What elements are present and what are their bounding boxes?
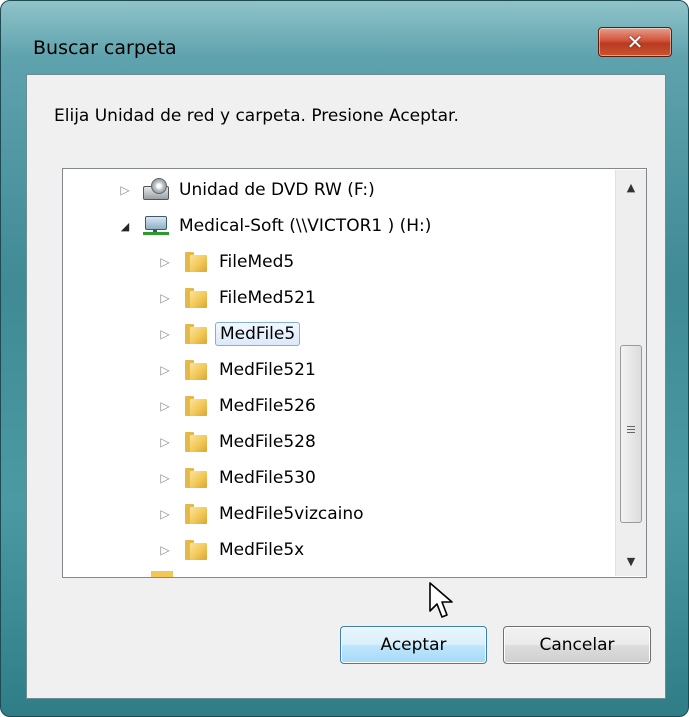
expand-arrow-icon[interactable]: ▷	[157, 471, 173, 485]
tree-item-label: MedFile5x	[219, 540, 305, 560]
tree-item-label: MedFile526	[219, 396, 316, 416]
expand-arrow-icon[interactable]: ▷	[157, 435, 173, 449]
folder-icon	[183, 394, 209, 418]
folder-icon	[183, 502, 209, 526]
dialog-window: Buscar carpeta ✕ Elija Unidad de red y c…	[0, 0, 689, 717]
tree-item-network-drive[interactable]: ◢ Medical-Soft (\\VICTOR1 ) (H:)	[117, 208, 435, 244]
tree-item-dvd-drive[interactable]: ▷ Unidad de DVD RW (F:)	[117, 172, 379, 208]
expand-arrow-icon[interactable]: ▷	[157, 507, 173, 521]
folder-icon	[183, 250, 209, 274]
instruction-text: Elija Unidad de red y carpeta. Presione …	[54, 106, 459, 126]
vertical-scrollbar[interactable]: ▲ ▼	[615, 170, 646, 576]
tree-item-folder[interactable]: ▷ FileMed5	[157, 244, 298, 280]
tree-item-folder-selected[interactable]: ▷ MedFile5	[157, 316, 301, 352]
folder-icon	[183, 358, 209, 382]
tree-item-folder[interactable]: ▷ MedFile526	[157, 388, 320, 424]
folder-icon	[183, 286, 209, 310]
expand-arrow-icon[interactable]: ▷	[157, 255, 173, 269]
tree-item-folder[interactable]: ▷ FileMed521	[157, 280, 320, 316]
tree-item-folder[interactable]: ▷ MedFile5x	[157, 532, 308, 568]
tree-item-folder[interactable]: ▷ MedFile528	[157, 424, 320, 460]
folder-icon	[183, 466, 209, 490]
tree-item-folder[interactable]: ▷ MedFile521	[157, 352, 320, 388]
scroll-thumb[interactable]	[620, 345, 642, 523]
scroll-up-arrow-icon[interactable]: ▲	[620, 176, 642, 198]
cancel-button[interactable]: Cancelar	[503, 626, 651, 664]
mouse-pointer-icon	[429, 582, 453, 618]
tree-item-label: FileMed521	[219, 288, 316, 308]
close-button[interactable]: ✕	[598, 27, 672, 57]
network-drive-icon	[143, 214, 169, 238]
expand-arrow-icon[interactable]: ▷	[157, 543, 173, 557]
folder-icon	[183, 430, 209, 454]
expand-arrow-icon[interactable]: ▷	[157, 399, 173, 413]
scroll-down-arrow-icon[interactable]: ▼	[620, 550, 642, 572]
tree-item-label: MedFile5	[215, 322, 301, 346]
expand-arrow-icon[interactable]: ▷	[157, 327, 173, 341]
folder-icon	[183, 538, 209, 562]
tree-item-label: MedFile521	[219, 360, 316, 380]
tree-item-label: MedFile528	[219, 432, 316, 452]
partial-folder-icon	[151, 571, 173, 577]
tree-item-label: Unidad de DVD RW (F:)	[179, 180, 375, 200]
expand-arrow-icon[interactable]: ▷	[157, 291, 173, 305]
tree-item-label: Medical-Soft (\\VICTOR1 ) (H:)	[179, 216, 432, 236]
close-icon: ✕	[626, 30, 644, 54]
folder-icon	[183, 322, 209, 346]
tree-item-label: MedFile530	[219, 468, 316, 488]
grip-icon	[627, 426, 635, 435]
dvd-drive-icon	[143, 178, 169, 202]
tree-item-label: FileMed5	[219, 252, 295, 272]
folder-tree[interactable]: ▷ Unidad de DVD RW (F:) ◢ Medical-Soft (…	[62, 168, 647, 578]
tree-item-folder[interactable]: ▷ MedFile5vizcaino	[157, 496, 368, 532]
tree-item-label: MedFile5vizcaino	[219, 504, 364, 524]
title-bar[interactable]: Buscar carpeta ✕	[1, 1, 689, 69]
ok-button[interactable]: Aceptar	[340, 626, 487, 664]
collapse-arrow-icon[interactable]: ◢	[117, 220, 133, 233]
expand-arrow-icon[interactable]: ▷	[117, 183, 133, 197]
dialog-title: Buscar carpeta	[33, 37, 177, 59]
expand-arrow-icon[interactable]: ▷	[157, 363, 173, 377]
dialog-client-area: Elija Unidad de red y carpeta. Presione …	[26, 74, 666, 699]
tree-item-folder[interactable]: ▷ MedFile530	[157, 460, 320, 496]
